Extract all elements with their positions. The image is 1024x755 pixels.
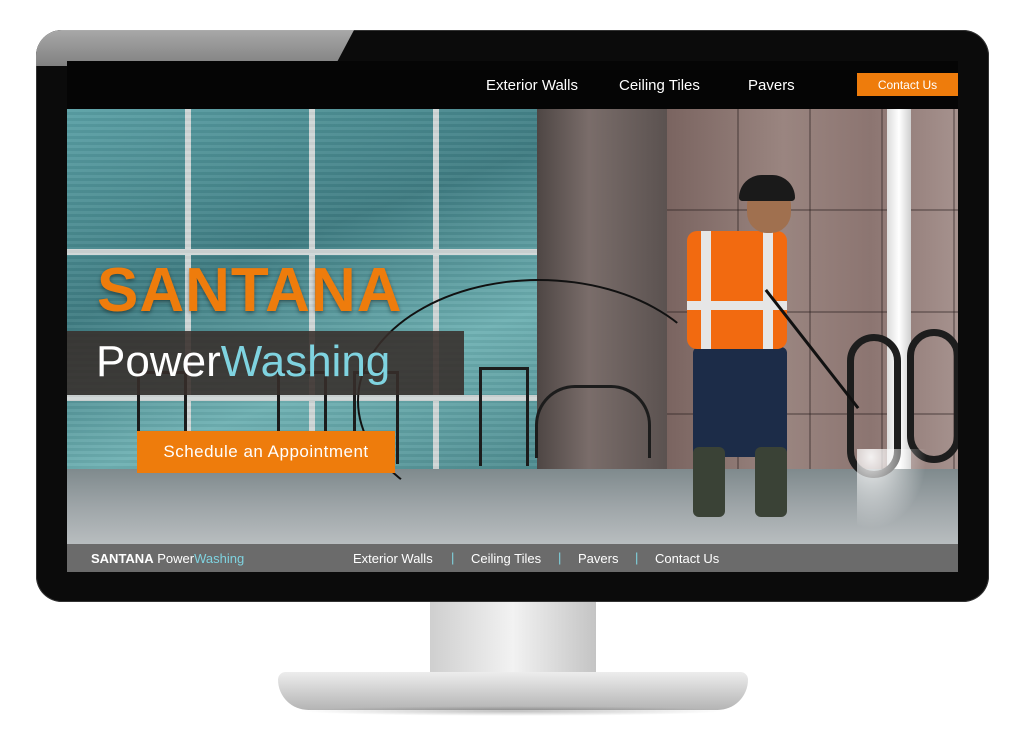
footer-pavers[interactable]: Pavers <box>578 551 618 566</box>
footer-separator: | <box>558 550 562 565</box>
hose-image <box>357 279 721 523</box>
footer-logo-santana: SANTANA <box>91 551 154 566</box>
worker-boot <box>755 447 787 517</box>
nav-ceiling-tiles[interactable]: Ceiling Tiles <box>619 77 700 94</box>
worker-boot <box>693 447 725 517</box>
monitor-stand-neck <box>430 602 596 680</box>
water-spray <box>857 449 927 529</box>
hero-banner: SANTANA PowerWashing Schedule an Appoint… <box>67 109 958 544</box>
monitor-stand-base <box>278 672 748 710</box>
worker-legs <box>693 347 787 457</box>
nav-exterior-walls[interactable]: Exterior Walls <box>486 77 578 94</box>
footer-exterior-walls[interactable]: Exterior Walls <box>353 551 433 566</box>
brand-title: SANTANA <box>97 256 403 325</box>
website-screen: Exterior Walls Ceiling Tiles Pavers Cont… <box>67 61 958 572</box>
monitor-stand-shadow <box>300 706 726 716</box>
top-navigation: Exterior Walls Ceiling Tiles Pavers Cont… <box>67 61 958 109</box>
brand-subtitle-washing: Washing <box>220 337 391 386</box>
brand-subtitle: PowerWashing <box>96 337 390 387</box>
footer-logo[interactable]: SANTANA PowerWashing <box>91 551 244 566</box>
schedule-appointment-button[interactable]: Schedule an Appointment <box>137 431 395 473</box>
footer-logo-washing: Washing <box>194 551 245 566</box>
footer-logo-power: Power <box>157 551 195 566</box>
footer-separator: | <box>451 550 455 565</box>
footer-ceiling-tiles[interactable]: Ceiling Tiles <box>471 551 541 566</box>
footer-contact-us[interactable]: Contact Us <box>655 551 719 566</box>
nav-pavers[interactable]: Pavers <box>748 77 795 94</box>
brand-subtitle-power: Power <box>96 337 221 386</box>
contact-us-button[interactable]: Contact Us <box>857 73 958 96</box>
bike-rack-image <box>907 329 958 463</box>
footer-bar: SANTANA PowerWashing Exterior Walls | Ce… <box>67 544 958 572</box>
worker-safety-vest <box>687 231 787 349</box>
footer-separator: | <box>635 550 639 565</box>
